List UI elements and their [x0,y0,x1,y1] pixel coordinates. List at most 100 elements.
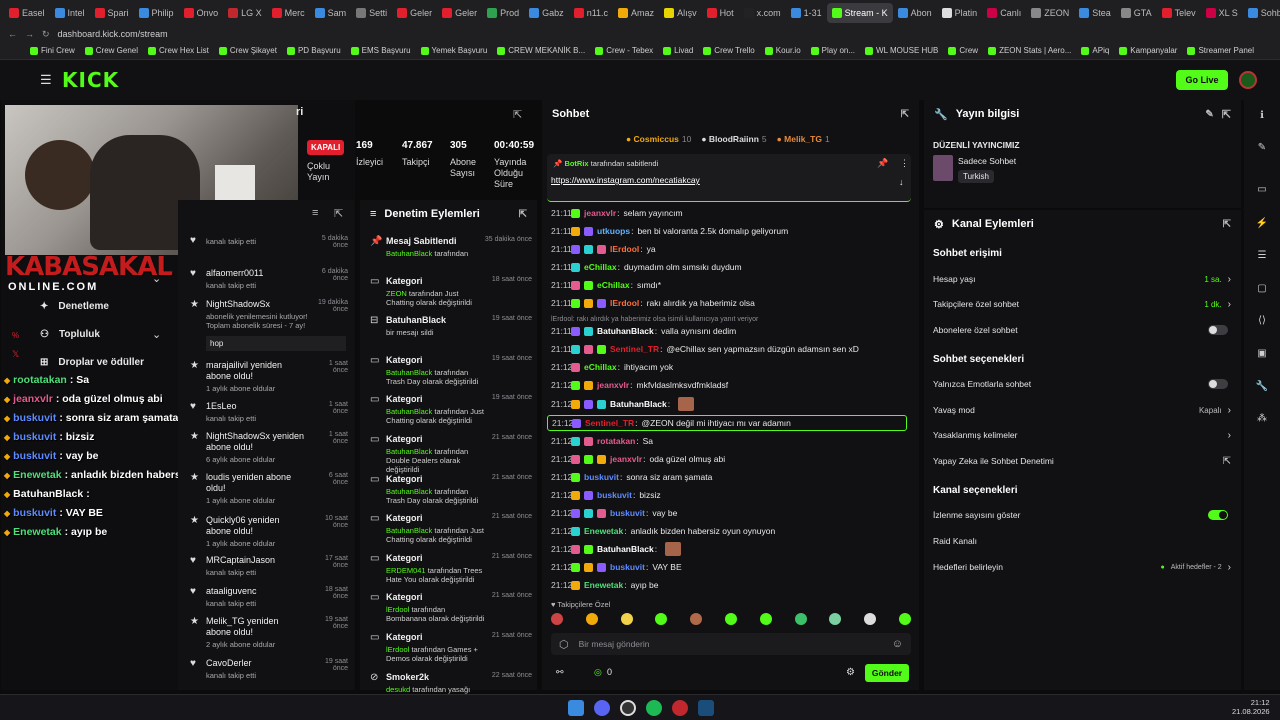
bookmark-item[interactable]: APiq [1081,46,1109,55]
bookmark-item[interactable]: Kour.io [764,46,801,55]
obs-icon[interactable] [672,700,688,716]
kick-logo[interactable]: KICK [62,68,119,92]
browser-tab[interactable]: GTA [1116,3,1157,23]
browser-tab[interactable]: Intel [50,3,90,23]
bookmark-item[interactable]: WL MOUSE HUB [865,46,938,55]
chat-username[interactable]: buskuvit [610,562,645,572]
emote-icon[interactable] [585,613,598,625]
browser-tab[interactable]: Setti [351,3,392,23]
go-live-button[interactable]: Go Live [1176,70,1228,90]
layout-icon[interactable]: ▭ [1252,180,1272,198]
emote-icon[interactable] [690,613,703,625]
chat-username[interactable]: BatuhanBlack [597,326,654,336]
discord-icon[interactable] [594,700,610,716]
emote-icon[interactable] [655,613,668,625]
browser-tab[interactable]: Spari [90,3,134,23]
bookmark-item[interactable]: ZEON Stats | Aero... [988,46,1071,55]
browser-tab[interactable]: Philip [134,3,179,23]
slow-mode-row[interactable]: Yavaş mod Kapalı › [933,403,1231,417]
pin-icon[interactable]: 📌 [877,158,888,169]
windows-start-icon[interactable] [568,700,584,716]
chat-username[interactable]: jeanxvlr [597,380,629,390]
sidebar-item-drops[interactable]: ⊞ Droplar ve ödüller [40,357,144,368]
chat-username[interactable]: Enewetak [584,580,623,590]
steam-icon[interactable] [698,700,714,716]
browser-tab[interactable]: Stream - K [826,3,893,23]
avatar[interactable] [1239,71,1257,89]
chat-username[interactable]: BatuhanBlack [597,544,654,554]
show-viewers-toggle[interactable] [1208,510,1228,520]
browser-tab[interactable]: Alışv [659,3,702,23]
edit-icon[interactable]: ✎ [1205,109,1213,120]
emote-icon[interactable] [620,613,633,625]
spotify-icon[interactable] [646,700,662,716]
popout-icon[interactable]: ⇱ [1223,219,1231,230]
chat-input[interactable]: ⬡ Bir mesaj gönderin ☺ [551,633,911,655]
browser-tab[interactable]: Amaz [613,3,659,23]
emote-icon[interactable] [829,613,842,625]
chat-username[interactable]: rotatakan [597,436,635,446]
bookmark-item[interactable]: Crew - Tebex [595,46,653,55]
bookmark-item[interactable]: Crew Trello [703,46,755,55]
ai-moderation-row[interactable]: Yapay Zeka ile Sohbet Denetimi ⇱ [933,454,1231,468]
browser-tab[interactable]: n11.c [569,3,613,23]
browser-tab[interactable]: Stea [1074,3,1116,23]
emote-icon[interactable] [759,613,772,625]
chevron-down-icon[interactable]: ⌄ [152,328,161,341]
browser-tab[interactable]: Geler [437,3,482,23]
sub-only-toggle[interactable] [1208,325,1228,335]
popout-icon[interactable]: ⇱ [513,108,522,121]
top-gifter[interactable]: ● BloodRaiinn 5 [701,134,766,144]
bookmark-item[interactable]: CREW MEKANİK B... [497,46,585,55]
raid-row[interactable]: Raid Kanalı [933,534,1231,548]
browser-tab[interactable]: Canlı [982,3,1026,23]
bookmark-item[interactable]: Streamer Panel [1187,46,1254,55]
browser-tab[interactable]: LG X [223,3,267,23]
settings-icon[interactable]: ⚙ [846,667,855,678]
emote-picker-icon[interactable]: ☺ [892,638,903,650]
browser-tab[interactable]: 1-31 [786,3,827,23]
menu-icon[interactable]: ☰ [40,72,52,88]
sidebar-item-moderation[interactable]: ✦ Denetleme [40,301,109,312]
browser-tab[interactable]: Prod [482,3,524,23]
emote-icon[interactable] [551,613,563,625]
bookmark-item[interactable]: Crew Genel [84,46,138,55]
edit-icon[interactable]: ✎ [1252,138,1272,156]
browser-tab[interactable]: Sam [310,3,352,23]
code-icon[interactable]: ⟨⟩ [1252,311,1272,329]
reload-icon[interactable]: ↻ [42,29,50,40]
bookmark-item[interactable]: Kampanyalar [1119,46,1177,55]
chat-icon[interactable]: ▢ [1252,279,1272,297]
chat-username[interactable]: eChillax [584,362,617,372]
info-icon[interactable]: ℹ [1252,106,1272,124]
send-button[interactable]: Gönder [865,664,909,682]
category-name[interactable]: Sadece Sohbet [958,156,1016,166]
browser-tab[interactable]: Onvo [179,3,224,23]
bookmark-item[interactable]: Crew [948,46,978,55]
bookmark-item[interactable]: Play on... [810,46,855,55]
bookmark-item[interactable]: EMS Başvuru [350,46,411,55]
browser-tab[interactable]: Sohb [1243,3,1280,23]
popout-icon[interactable]: ⇱ [519,209,527,220]
browser-tab[interactable]: Abon [893,3,937,23]
browser-tab[interactable]: x.com [739,3,786,23]
lightning-icon[interactable]: ⚡ [1252,214,1272,232]
chat-username[interactable]: jeanxvlr [584,208,616,218]
url-field[interactable]: dashboard.kick.com/stream [58,29,168,39]
account-age-row[interactable]: Hesap yaşı 1 sa. › [933,272,1231,286]
goals-row[interactable]: Hedefleri belirleyin ● Aktif hedefler - 2 › [933,560,1231,574]
bookmark-item[interactable]: Yemek Başvuru [420,46,487,55]
nodes-icon[interactable]: ⁂ [1252,409,1272,427]
bookmark-item[interactable]: Fini Crew [30,46,75,55]
chat-username[interactable]: buskuvit [597,490,632,500]
more-icon[interactable]: ⋮ [900,158,909,169]
chat-username[interactable]: BatuhanBlack [610,399,667,409]
emote-only-toggle[interactable] [1208,379,1228,389]
chat-username[interactable]: jeanxvlr [610,454,642,464]
popout-icon[interactable]: ⇱ [901,109,909,120]
wrench-icon[interactable]: 🔧 [1252,377,1272,395]
chat-username[interactable]: Sentinel_TR [610,344,659,354]
filter-icon[interactable]: ≡ [370,208,376,220]
banned-words-row[interactable]: Yasaklanmış kelimeler › [933,428,1231,442]
emote-icon[interactable] [724,613,737,625]
